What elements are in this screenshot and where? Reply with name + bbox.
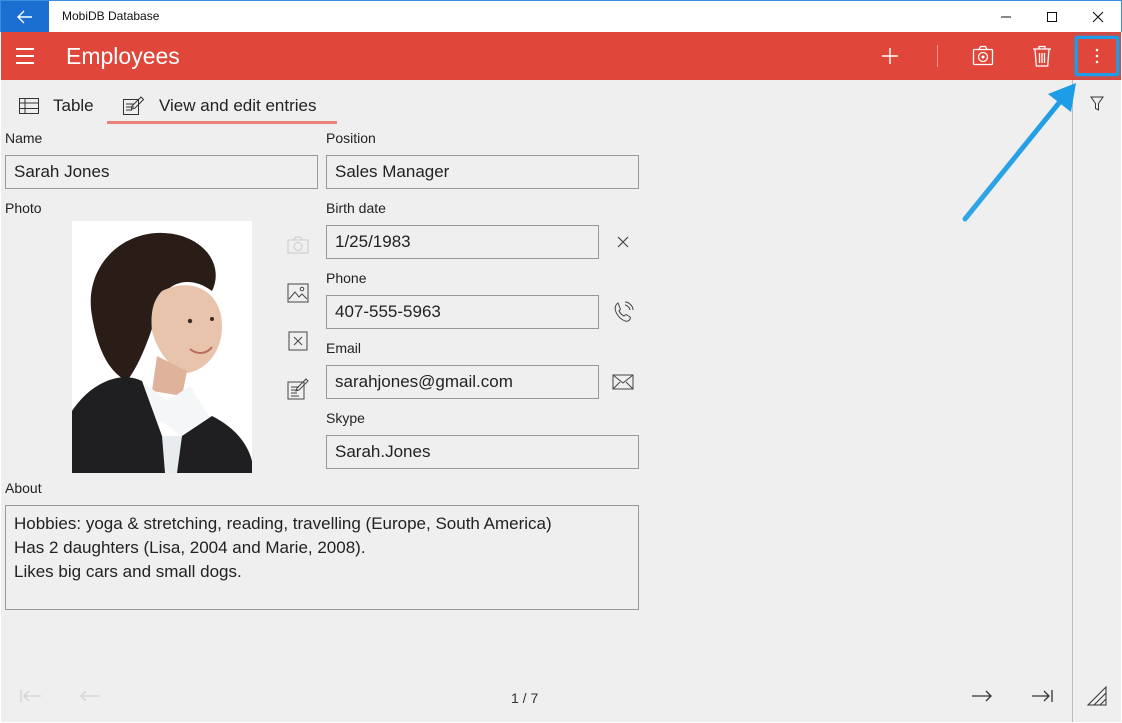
back-button[interactable]: [1, 1, 49, 33]
edit-entries-icon: [123, 96, 145, 115]
trash-icon: [1033, 45, 1051, 67]
phone-icon: [614, 301, 634, 322]
maximize-button[interactable]: [1029, 1, 1075, 33]
tab-view-edit[interactable]: View and edit entries: [123, 88, 317, 124]
about-line: Likes big cars and small dogs.: [14, 562, 242, 581]
tab-view-edit-label: View and edit entries: [159, 96, 317, 115]
about-line: Has 2 daughters (Lisa, 2004 and Marie, 2…: [14, 538, 366, 557]
picture-icon: [287, 283, 309, 303]
active-tab-indicator: [107, 121, 337, 124]
name-value: Sarah Jones: [14, 162, 110, 181]
camera-icon: [287, 236, 309, 254]
tab-table[interactable]: Table: [19, 88, 94, 124]
callout-arrow-icon: [962, 83, 1076, 222]
main-content: Table View and edit entries Name Sarah J…: [1, 80, 1072, 722]
filter-icon: [1090, 96, 1104, 111]
delete-button[interactable]: [1020, 32, 1064, 80]
previous-record-button[interactable]: [77, 684, 103, 708]
birth-date-label: Birth date: [326, 200, 386, 216]
mail-icon: [612, 374, 634, 390]
appbar-divider: [937, 45, 938, 67]
call-button[interactable]: [611, 300, 635, 324]
skype-field[interactable]: Sarah.Jones: [326, 435, 639, 469]
remove-x-icon: [288, 331, 308, 351]
camera-icon: [972, 45, 994, 66]
skype-value: Sarah.Jones: [335, 442, 431, 461]
maximize-icon: [1047, 12, 1057, 22]
page-title: Employees: [66, 43, 180, 69]
email-value: sarahjones@gmail.com: [335, 372, 513, 391]
back-arrow-icon: [17, 10, 32, 24]
phone-label: Phone: [326, 270, 367, 286]
about-line: Hobbies: yoga & stretching, reading, tra…: [14, 514, 552, 533]
name-field[interactable]: Sarah Jones: [5, 155, 318, 189]
about-textarea[interactable]: Hobbies: yoga & stretching, reading, tra…: [5, 505, 639, 610]
photo-label: Photo: [5, 200, 42, 216]
phone-field[interactable]: 407-555-5963: [326, 295, 599, 329]
skype-label: Skype: [326, 410, 365, 426]
position-value: Sales Manager: [335, 162, 450, 181]
camera-button[interactable]: [961, 32, 1005, 80]
next-record-button[interactable]: [969, 684, 995, 708]
window-titlebar: MobiDB Database: [0, 0, 1122, 33]
edit-photo-button[interactable]: [286, 377, 310, 401]
close-icon: [1092, 11, 1104, 23]
email-field[interactable]: sarahjones@gmail.com: [326, 365, 599, 399]
choose-picture-button[interactable]: [286, 281, 310, 305]
resize-handle[interactable]: [1085, 684, 1109, 708]
resize-triangle-icon: [1087, 686, 1107, 706]
close-button[interactable]: [1075, 1, 1121, 33]
send-email-button[interactable]: [611, 370, 635, 394]
more-vertical-icon: [1095, 48, 1099, 64]
birth-date-field[interactable]: 1/25/1983: [326, 225, 599, 259]
name-label: Name: [5, 130, 43, 146]
filter-button[interactable]: [1085, 92, 1109, 116]
clear-date-button[interactable]: [611, 230, 635, 254]
minimize-button[interactable]: [983, 1, 1029, 33]
position-label: Position: [326, 130, 376, 146]
record-counter: 1 / 7: [511, 690, 539, 706]
back-arrow-icon: [80, 690, 100, 702]
last-record-button[interactable]: [1029, 684, 1055, 708]
app-bar: Employees: [1, 32, 1121, 80]
add-button[interactable]: [868, 32, 912, 80]
remove-photo-button[interactable]: [286, 329, 310, 353]
phone-value: 407-555-5963: [335, 302, 441, 321]
position-field[interactable]: Sales Manager: [326, 155, 639, 189]
edit-note-icon: [287, 378, 309, 400]
clear-icon: [617, 236, 629, 248]
tab-table-label: Table: [53, 96, 94, 115]
last-arrow-icon: [1032, 690, 1053, 702]
forward-arrow-icon: [972, 690, 992, 702]
more-options-button[interactable]: [1075, 36, 1119, 76]
first-arrow-icon: [20, 690, 41, 702]
employee-photo: [72, 221, 252, 473]
birth-date-value: 1/25/1983: [335, 232, 411, 251]
email-label: Email: [326, 340, 362, 356]
about-label: About: [5, 480, 42, 496]
minimize-icon: [1001, 16, 1011, 18]
first-record-button[interactable]: [18, 684, 44, 708]
take-photo-button[interactable]: [286, 233, 310, 257]
hamburger-menu-icon[interactable]: [16, 48, 36, 64]
window-title: MobiDB Database: [62, 9, 160, 23]
add-icon: [882, 48, 898, 64]
table-icon: [19, 98, 39, 114]
